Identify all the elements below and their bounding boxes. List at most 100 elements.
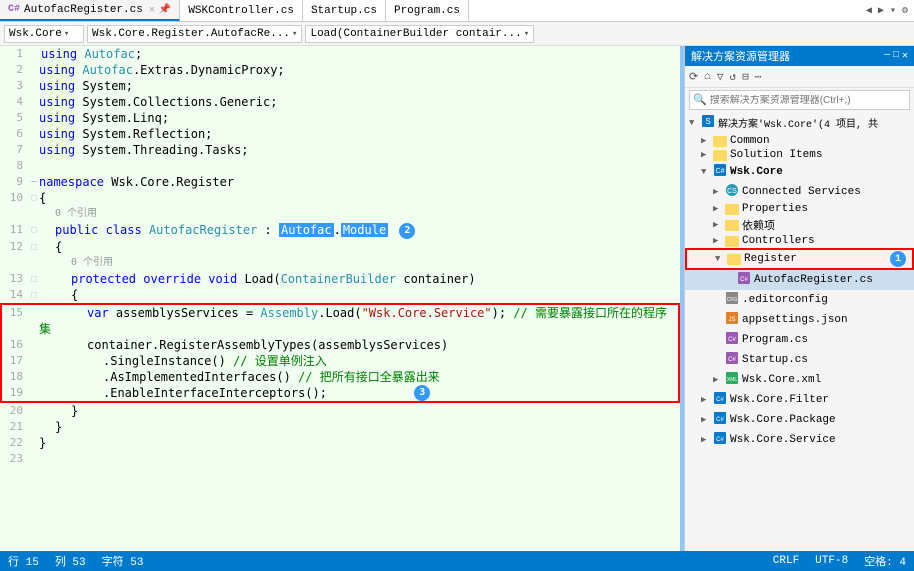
line-num-11: 11 <box>1 222 29 239</box>
se-title-label: 解决方案资源管理器 <box>691 48 790 64</box>
line-code-4[interactable]: using System.Collections.Generic; <box>39 94 679 110</box>
se-btn-filter[interactable]: ▽ <box>715 69 726 85</box>
line-code-20[interactable]: } <box>39 402 679 419</box>
line-num-4: 4 <box>1 94 29 110</box>
dropdown1-label: Wsk.Core <box>9 28 62 40</box>
tab-dropdown[interactable]: ▾ <box>888 5 898 17</box>
se-toolbar: ⟳ ⌂ ▽ ↺ ⊟ ⋯ <box>685 66 914 88</box>
se-solution-root[interactable]: ▼ S 解决方案'Wsk.Core'(4 项目, 共 <box>685 112 914 134</box>
line-code-9[interactable]: namespace Wsk.Core.Register <box>39 174 679 190</box>
code-line-22: 22 } <box>1 435 679 451</box>
line-code-16[interactable]: container.RegisterAssemblyTypes(assembly… <box>39 337 679 353</box>
se-service-icon: C# <box>713 431 727 449</box>
se-editorconfig-label: .editorconfig <box>742 294 828 306</box>
line-num-21: 21 <box>1 419 29 435</box>
line-code-1[interactable]: using Autofac; <box>39 46 679 62</box>
se-item-wsk-core-filter[interactable]: ▶ C# Wsk.Core.Filter <box>685 390 914 410</box>
line-code-3[interactable]: using System; <box>39 78 679 94</box>
line-code-7[interactable]: using System.Threading.Tasks; <box>39 142 679 158</box>
se-item-wsk-core-xml[interactable]: ▶ XML Wsk.Core.xml <box>685 370 914 390</box>
tab-wsk[interactable]: WSKController.cs <box>180 0 303 21</box>
se-item-startup-cs[interactable]: C# Startup.cs <box>685 350 914 370</box>
se-register-arrow: ▼ <box>715 254 727 264</box>
se-item-connected-services[interactable]: ▶ CS Connected Services <box>685 182 914 202</box>
line-code-14[interactable]: { <box>39 287 679 304</box>
line-code-11[interactable]: public class AutofacRegister : Autofac.M… <box>39 222 679 239</box>
se-item-solution-items[interactable]: ▶ Solution Items <box>685 148 914 162</box>
se-btn-collapse[interactable]: ⊟ <box>740 69 751 85</box>
svg-text:CS: CS <box>727 188 737 195</box>
se-controllers-arrow: ▶ <box>713 236 725 246</box>
se-btn-refresh[interactable]: ↺ <box>727 69 738 85</box>
tab-autofac-icon: C# <box>8 4 20 15</box>
se-restore-btn[interactable]: □ <box>893 50 899 62</box>
tab-autofac-close[interactable]: ✕ <box>149 4 155 16</box>
se-item-controllers[interactable]: ▶ Controllers <box>685 234 914 248</box>
se-minimize-btn[interactable]: — <box>884 50 890 62</box>
se-item-depends[interactable]: ▶ 依赖项 <box>685 216 914 234</box>
se-btn-more[interactable]: ⋯ <box>753 69 764 85</box>
se-tree: ▼ S 解决方案'Wsk.Core'(4 项目, 共 ▶ Common ▶ So… <box>685 112 914 551</box>
line-code-10[interactable]: { <box>39 190 679 206</box>
se-register-folder-icon <box>727 254 741 265</box>
line-num-9: 9 <box>1 174 29 190</box>
se-package-arrow: ▶ <box>701 415 713 425</box>
se-autofac-cs-icon: C# <box>737 271 751 289</box>
tab-autofac[interactable]: C# AutofacRegister.cs ✕ 📌 <box>0 0 180 21</box>
line-code-6[interactable]: using System.Reflection; <box>39 126 679 142</box>
code-line-23: 23 <box>1 451 679 467</box>
line-code-5[interactable]: using System.Linq; <box>39 110 679 126</box>
tab-startup-label: Startup.cs <box>311 5 377 17</box>
code-editor: 1 using Autofac; 2 using Autofac.Extras.… <box>0 46 680 551</box>
se-item-common[interactable]: ▶ Common <box>685 134 914 148</box>
line-num-19: 19 <box>1 385 29 403</box>
se-controllers-label: Controllers <box>742 235 815 247</box>
se-cs-label: Connected Services <box>742 186 861 198</box>
line-code-19[interactable]: .EnableInterfaceInterceptors(); 3 <box>39 385 679 403</box>
se-item-editorconfig[interactable]: CFG .editorconfig <box>685 290 914 310</box>
tab-scroll-left[interactable]: ◀ <box>864 5 874 17</box>
context-dropdown-2[interactable]: Wsk.Core.Register.AutofacRe... ▾ <box>87 25 302 43</box>
se-autofac-label: AutofacRegister.cs <box>754 274 873 286</box>
tab-scroll-right[interactable]: ▶ <box>876 5 886 17</box>
se-item-register[interactable]: ▼ Register 1 <box>685 248 914 270</box>
svg-text:C#: C# <box>716 437 724 443</box>
se-filter-label: Wsk.Core.Filter <box>730 394 829 406</box>
tab-program[interactable]: Program.cs <box>386 0 469 21</box>
line-code-12[interactable]: { <box>39 239 679 255</box>
dropdown2-label: Wsk.Core.Register.AutofacRe... <box>92 28 290 40</box>
se-item-program-cs[interactable]: C# Program.cs <box>685 330 914 350</box>
se-search-input[interactable] <box>710 95 909 106</box>
line-code-2[interactable]: using Autofac.Extras.DynamicProxy; <box>39 62 679 78</box>
se-search-container: 🔍 <box>689 90 910 110</box>
context-dropdown-1[interactable]: Wsk.Core ▾ <box>4 25 84 43</box>
line-num-13: 13 <box>1 271 29 287</box>
badge-2: 2 <box>399 223 415 239</box>
line-code-22[interactable]: } <box>39 435 679 451</box>
se-item-appsettings[interactable]: JS appsettings.json <box>685 310 914 330</box>
settings-icon[interactable]: ⚙ <box>900 5 910 17</box>
se-close-btn[interactable]: ✕ <box>902 50 908 62</box>
pin-icon[interactable]: 📌 <box>159 4 171 16</box>
line-code-21[interactable]: } <box>39 419 679 435</box>
se-btn-home[interactable]: ⌂ <box>702 70 713 84</box>
se-depends-label: 依赖项 <box>742 217 775 233</box>
line-code-13[interactable]: protected override void Load(ContainerBu… <box>39 271 679 287</box>
code-line-6: 6 using System.Reflection; <box>1 126 679 142</box>
se-btn-sync[interactable]: ⟳ <box>687 69 700 85</box>
se-xml-arrow: ▶ <box>713 375 725 385</box>
line-num-5: 5 <box>1 110 29 126</box>
se-item-properties[interactable]: ▶ Properties <box>685 202 914 216</box>
code-line-16: 16 container.RegisterAssemblyTypes(assem… <box>1 337 679 353</box>
line-code-17[interactable]: .SingleInstance() // 设置单例注入 <box>39 353 679 369</box>
context-dropdown-3[interactable]: Load(ContainerBuilder contair... ▾ <box>305 25 534 43</box>
tab-startup[interactable]: Startup.cs <box>303 0 386 21</box>
se-item-autofacregister[interactable]: C# AutofacRegister.cs <box>685 270 914 290</box>
se-item-wsk-core-package[interactable]: ▶ C# Wsk.Core.Package <box>685 410 914 430</box>
line-code-18[interactable]: .AsImplementedInterfaces() // 把所有接口全暴露出来 <box>39 369 679 385</box>
code-line-7: 7 using System.Threading.Tasks; <box>1 142 679 158</box>
se-filter-icon: C# <box>713 391 727 409</box>
se-item-wsk-core[interactable]: ▼ C# Wsk.Core <box>685 162 914 182</box>
line-code-15[interactable]: var assemblysServices = Assembly.Load("W… <box>39 304 679 337</box>
se-item-wsk-core-service[interactable]: ▶ C# Wsk.Core.Service <box>685 430 914 450</box>
